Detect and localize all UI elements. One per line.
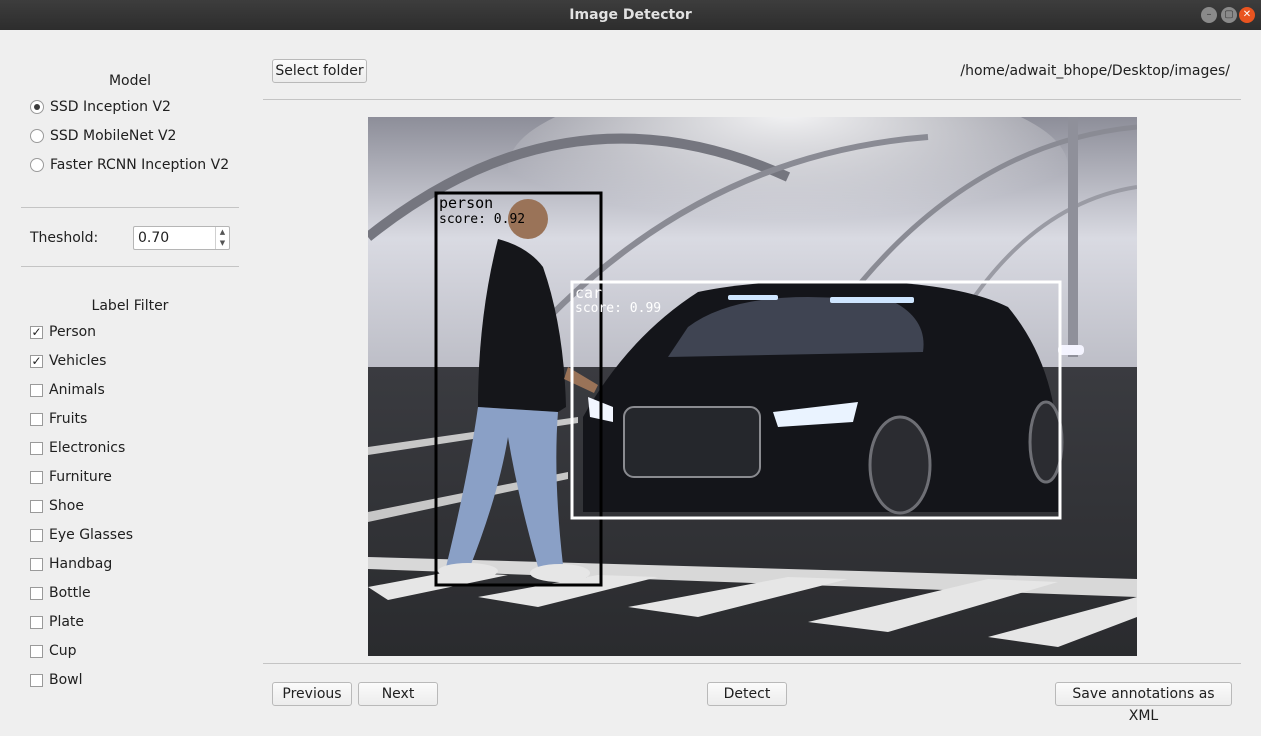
detect-button[interactable]: Detect: [707, 682, 787, 706]
save-annotations-button[interactable]: Save annotations as XML: [1055, 682, 1232, 724]
filter-person[interactable]: ✓ Person: [30, 322, 96, 342]
filter-label: Bowl: [49, 672, 83, 688]
filter-furniture[interactable]: Furniture: [30, 467, 112, 487]
checkbox-icon[interactable]: [30, 441, 43, 455]
title-bar: Image Detector – ▢ ✕: [0, 0, 1261, 30]
folder-path: /home/adwait_bhope/Desktop/images/: [960, 63, 1230, 79]
filter-label: Vehicles: [49, 353, 107, 369]
filter-eye-glasses[interactable]: Eye Glasses: [30, 525, 133, 545]
model-option-ssd-inception[interactable]: SSD Inception V2: [30, 97, 171, 117]
filter-cup[interactable]: Cup: [30, 641, 77, 661]
model-option-faster-rcnn[interactable]: Faster RCNN Inception V2: [30, 155, 229, 175]
filter-label: Handbag: [49, 556, 113, 572]
person-detection-label: person: [439, 194, 493, 212]
radio-icon[interactable]: [30, 129, 44, 143]
filter-label: Furniture: [49, 469, 112, 485]
checkbox-icon[interactable]: [30, 557, 43, 571]
next-button[interactable]: Next: [358, 682, 438, 706]
checkbox-icon[interactable]: [30, 615, 43, 629]
divider: [21, 266, 239, 267]
checkbox-icon[interactable]: [30, 412, 43, 426]
threshold-label: Theshold:: [30, 230, 99, 246]
filter-shoe[interactable]: Shoe: [30, 496, 84, 516]
model-option-label: SSD Inception V2: [50, 99, 171, 115]
model-option-label: Faster RCNN Inception V2: [50, 157, 230, 173]
checkbox-icon[interactable]: [30, 383, 43, 397]
threshold-input[interactable]: [134, 227, 214, 249]
checkbox-icon[interactable]: [30, 470, 43, 484]
checkbox-icon[interactable]: [30, 673, 43, 687]
filter-label: Person: [49, 324, 97, 340]
maximize-icon[interactable]: ▢: [1221, 7, 1237, 23]
spin-down-icon[interactable]: ▼: [216, 238, 229, 249]
filter-label: Eye Glasses: [49, 527, 134, 543]
filter-label: Fruits: [49, 411, 88, 427]
filter-fruits[interactable]: Fruits: [30, 409, 87, 429]
filter-label: Electronics: [49, 440, 126, 456]
filter-plate[interactable]: Plate: [30, 612, 84, 632]
previous-button[interactable]: Previous: [272, 682, 352, 706]
filter-bottle[interactable]: Bottle: [30, 583, 91, 603]
person-detection-score: score: 0.92: [439, 212, 525, 227]
check-icon[interactable]: ✓: [30, 354, 43, 368]
window-title: Image Detector: [569, 7, 692, 23]
car-detection-score: score: 0.99: [575, 301, 661, 316]
checkbox-icon[interactable]: [30, 499, 43, 513]
checkbox-icon[interactable]: [30, 586, 43, 600]
filter-label: Plate: [49, 614, 85, 630]
filter-animals[interactable]: Animals: [30, 380, 105, 400]
divider: [21, 207, 239, 208]
radio-icon[interactable]: [30, 158, 44, 172]
model-group-title: Model: [108, 73, 152, 89]
filter-label: Cup: [49, 643, 77, 659]
filter-vehicles[interactable]: ✓ Vehicles: [30, 351, 106, 371]
model-option-ssd-mobilenet[interactable]: SSD MobileNet V2: [30, 126, 176, 146]
divider: [263, 663, 1241, 664]
threshold-spinbox[interactable]: ▲ ▼: [133, 226, 230, 250]
minimize-icon[interactable]: –: [1201, 7, 1217, 23]
checkbox-icon[interactable]: [30, 528, 43, 542]
filter-label: Shoe: [49, 498, 84, 514]
label-filter-title: Label Filter: [91, 298, 169, 314]
model-option-label: SSD MobileNet V2: [50, 128, 177, 144]
filter-label: Animals: [49, 382, 105, 398]
checkbox-icon[interactable]: [30, 644, 43, 658]
filter-electronics[interactable]: Electronics: [30, 438, 125, 458]
check-icon[interactable]: ✓: [30, 325, 43, 339]
select-folder-button[interactable]: Select folder: [272, 59, 367, 83]
divider: [263, 99, 1241, 100]
car-detection-label: car: [575, 284, 602, 302]
filter-bowl[interactable]: Bowl: [30, 670, 83, 690]
radio-selected-icon[interactable]: [30, 100, 44, 114]
filter-handbag[interactable]: Handbag: [30, 554, 112, 574]
close-icon[interactable]: ✕: [1239, 7, 1255, 23]
filter-label: Bottle: [49, 585, 91, 601]
spin-up-icon[interactable]: ▲: [216, 227, 229, 238]
detection-image: person score: 0.92 car score: 0.99: [368, 117, 1137, 656]
